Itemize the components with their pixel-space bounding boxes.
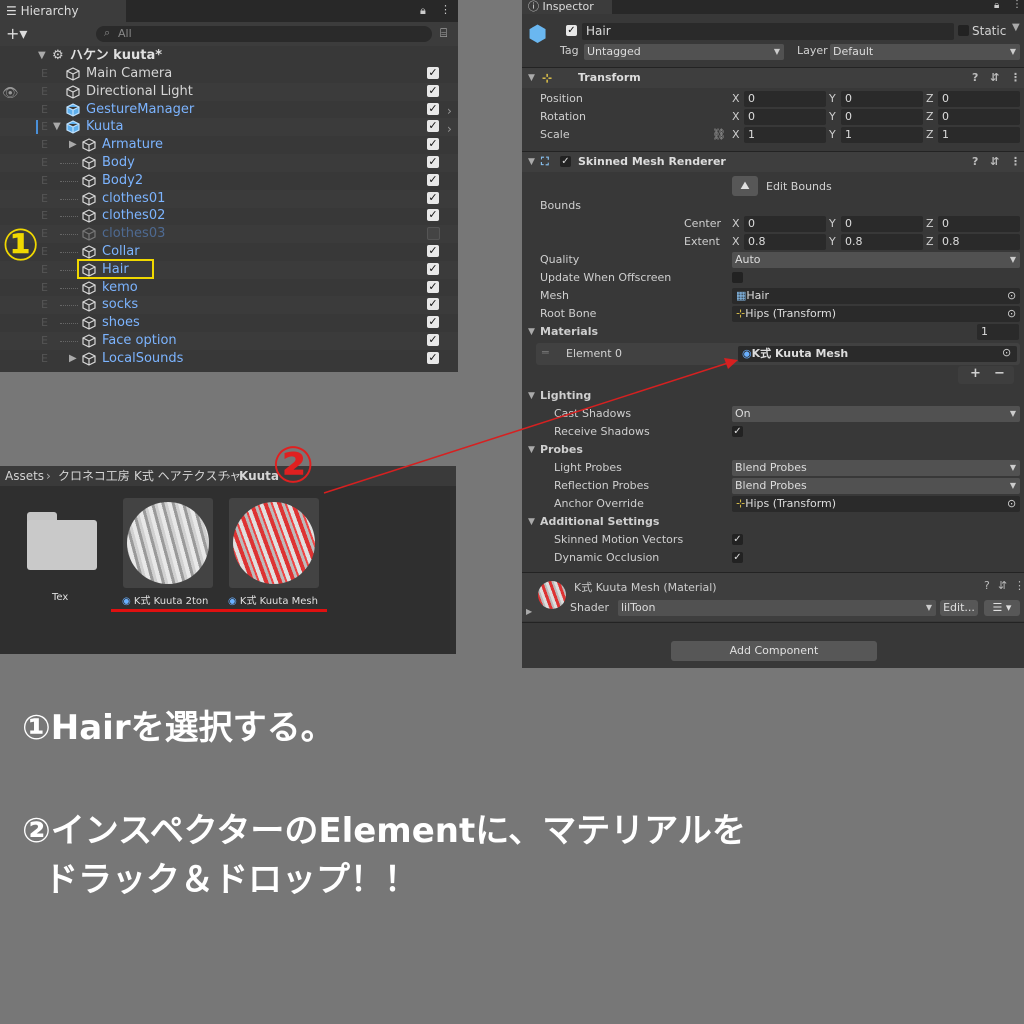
- instruction-step1: ①Hairを選択する。: [22, 708, 335, 748]
- instruction-step2-line1: ②インスペクターのElementに、マテリアルを: [22, 811, 746, 851]
- arrow-line: [323, 362, 729, 494]
- arrow-head: [724, 358, 738, 369]
- instruction-step2-line2: ドラック＆ドロップ！！: [44, 860, 418, 900]
